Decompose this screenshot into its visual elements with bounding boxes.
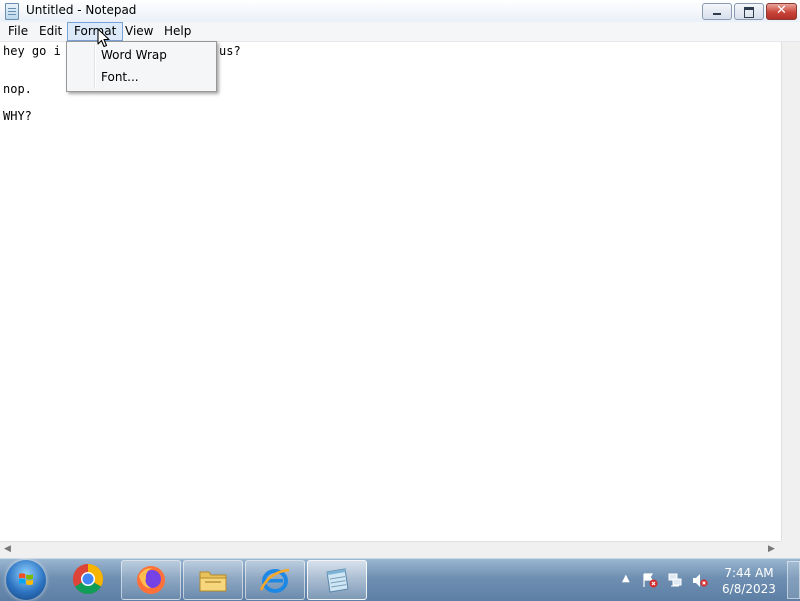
clock-date: 6/8/2023	[722, 582, 776, 596]
menu-help[interactable]: Help	[158, 23, 197, 39]
maximize-icon	[744, 7, 754, 18]
start-button[interactable]	[6, 560, 46, 600]
chrome-icon	[72, 564, 104, 595]
scroll-right-arrow-icon[interactable]: ▶	[768, 544, 775, 554]
taskbar-chrome[interactable]	[59, 560, 117, 598]
horizontal-scrollbar[interactable]: ◀ ▶	[0, 541, 781, 559]
maximize-button[interactable]	[734, 3, 764, 20]
window-title: Untitled - Notepad	[26, 3, 137, 17]
notepad-icon	[326, 568, 349, 593]
menu-format[interactable]: Format	[67, 22, 124, 41]
notepad-app-icon[interactable]	[5, 3, 19, 20]
text-line-1: hey go i	[3, 44, 61, 58]
menu-view[interactable]: View	[119, 23, 159, 39]
taskbar-clock[interactable]: 7:44 AM 6/8/2023	[714, 565, 784, 597]
clock-time: 7:44 AM	[724, 566, 774, 580]
ie-icon	[259, 568, 290, 593]
menu-file[interactable]: File	[2, 23, 34, 39]
network-icon[interactable]	[667, 573, 683, 588]
size-grip[interactable]	[781, 541, 800, 558]
taskbar-internet-explorer[interactable]	[245, 560, 305, 600]
text-line-1-tail: us?	[219, 44, 241, 58]
vertical-scrollbar[interactable]	[781, 42, 800, 541]
firefox-icon	[137, 566, 165, 594]
taskbar: ▲ 7:44 AM 6/8/2023	[0, 558, 800, 601]
folder-icon	[199, 571, 227, 592]
text-line-2: nop.	[3, 82, 32, 96]
mouse-cursor-icon	[97, 28, 110, 48]
minimize-button[interactable]	[702, 3, 732, 20]
menu-item-font[interactable]: Font...	[101, 68, 139, 86]
windows-logo-icon	[19, 573, 33, 585]
taskbar-file-explorer[interactable]	[183, 560, 243, 600]
taskbar-notepad[interactable]	[307, 560, 367, 600]
show-hidden-icons-icon[interactable]: ▲	[622, 573, 630, 584]
menu-item-word-wrap[interactable]: Word Wrap	[101, 46, 167, 64]
menu-bar: File Edit Format View Help	[0, 22, 800, 42]
close-button[interactable]: ✕	[766, 3, 797, 20]
action-center-flag-icon[interactable]	[642, 573, 658, 588]
scroll-left-arrow-icon[interactable]: ◀	[4, 544, 11, 554]
title-bar[interactable]: Untitled - Notepad ✕	[0, 0, 800, 23]
minimize-icon	[713, 13, 721, 15]
taskbar-firefox[interactable]	[121, 560, 181, 600]
text-line-3: WHY?	[3, 109, 32, 123]
close-icon: ✕	[776, 3, 787, 18]
format-dropdown-menu: Word Wrap Font...	[66, 41, 217, 92]
text-editor-area[interactable]: hey go i us? nop. WHY?	[0, 42, 781, 541]
show-desktop-button[interactable]	[787, 561, 800, 599]
volume-muted-icon[interactable]	[692, 573, 708, 588]
menu-edit[interactable]: Edit	[33, 23, 68, 39]
